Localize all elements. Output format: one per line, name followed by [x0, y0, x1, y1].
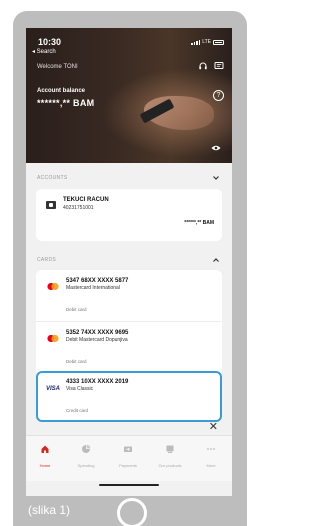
network-label: LTE — [202, 39, 211, 45]
card-item[interactable]: 5347 68XX XXXX 5877 Mastercard Internati… — [36, 270, 222, 321]
svg-text:VISA: VISA — [46, 386, 60, 392]
card-number: 4333 10XX XXXX 2019 — [66, 379, 129, 385]
chevron-up-icon[interactable] — [212, 256, 220, 264]
close-icon[interactable]: ✕ — [209, 420, 218, 433]
status-time: 10:30 — [38, 37, 62, 47]
battery-icon — [213, 39, 224, 45]
card-category: Debit card — [66, 359, 87, 364]
balance-value: ******,** BAM — [37, 98, 95, 108]
card-item-selected[interactable]: VISA 4333 10XX XXXX 2019 Visa Classic Cr… — [36, 371, 222, 422]
card-number: 5352 74XX XXXX 9695 — [66, 330, 129, 336]
tab-more[interactable]: More — [194, 441, 228, 468]
card-item[interactable]: 5352 74XX XXXX 9695 Debit Mastercard Dop… — [36, 322, 222, 373]
tab-label: More — [206, 463, 216, 468]
figure-caption: (slika 1) — [28, 503, 71, 517]
back-to-search-link[interactable]: ◂ Search — [32, 48, 56, 55]
tab-home[interactable]: Home — [28, 441, 62, 468]
tab-label: Spending — [77, 463, 95, 468]
card-category: Credit card — [66, 408, 89, 413]
account-number: 40231751001 — [63, 205, 94, 211]
tab-label: Our products — [158, 463, 182, 468]
welcome-text: Welcome TONI — [37, 64, 78, 70]
tab-spending[interactable]: Spending — [69, 441, 103, 468]
mastercard-logo-icon — [47, 282, 59, 291]
more-icon — [207, 448, 215, 450]
account-card[interactable]: TEKUCI RACUN 40231751001 ******,** BAM — [36, 189, 222, 241]
balance-label: Account balance — [37, 88, 86, 94]
card-number: 5347 68XX XXXX 5877 — [66, 278, 129, 284]
home-icon — [41, 445, 49, 453]
tab-our-products[interactable]: Our products — [153, 441, 187, 468]
card-type: Debit Mastercard Dopunjiva — [66, 337, 128, 343]
phone-screen: 10:30 ◂ Search LTE Welcome TONI Account … — [26, 28, 232, 496]
card-type: Visa Classic — [66, 386, 94, 392]
account-balance: ******,** BAM — [184, 220, 214, 226]
signal-icon — [191, 39, 201, 45]
accounts-section-title: ACCOUNTS — [37, 175, 68, 181]
hero-banner: 10:30 ◂ Search LTE Welcome TONI Account … — [26, 28, 232, 163]
help-icon[interactable]: ? — [213, 90, 224, 101]
mastercard-logo-icon — [47, 334, 59, 343]
payments-icon — [124, 446, 132, 452]
cards-section-title: CARDS — [37, 257, 57, 263]
messages-icon[interactable] — [214, 61, 224, 71]
products-icon — [166, 445, 174, 453]
tab-payments[interactable]: Payments — [111, 441, 145, 468]
status-indicators: LTE — [191, 39, 224, 45]
card-category: Debit card — [66, 307, 87, 312]
tab-label: Payments — [119, 463, 137, 468]
tab-label: Home — [39, 463, 51, 468]
chevron-down-icon[interactable] — [212, 174, 220, 182]
card-type: Mastercard International — [66, 285, 120, 291]
bottom-tab-bar: Home Spending Payments Our products More — [26, 435, 232, 481]
headset-icon[interactable] — [198, 61, 208, 71]
eye-icon[interactable] — [211, 145, 221, 151]
home-indicator — [99, 484, 159, 486]
account-name: TEKUCI RACUN — [63, 197, 109, 203]
visa-logo-icon: VISA — [46, 386, 60, 392]
circle-icon — [117, 498, 147, 526]
pie-chart-icon — [82, 444, 91, 453]
wallet-icon — [46, 201, 56, 209]
